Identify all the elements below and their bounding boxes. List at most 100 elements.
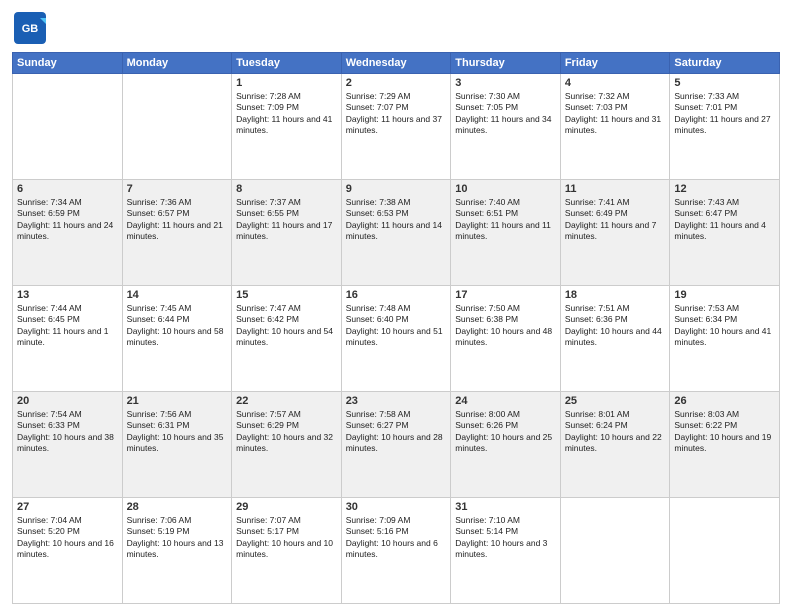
calendar-cell: 29 Sunrise: 7:07 AM Sunset: 5:17 PM Dayli… <box>232 498 342 604</box>
calendar-cell: 14 Sunrise: 7:45 AM Sunset: 6:44 PM Dayli… <box>122 286 232 392</box>
day-header-wednesday: Wednesday <box>341 53 451 74</box>
day-number: 19 <box>674 289 775 301</box>
day-content: Sunrise: 7:40 AM Sunset: 6:51 PM Dayligh… <box>455 197 556 243</box>
calendar-cell: 2 Sunrise: 7:29 AM Sunset: 7:07 PM Daylig… <box>341 74 451 180</box>
calendar-cell <box>670 498 780 604</box>
calendar-week-row: 6 Sunrise: 7:34 AM Sunset: 6:59 PM Daylig… <box>13 180 780 286</box>
day-number: 6 <box>17 183 118 195</box>
day-header-thursday: Thursday <box>451 53 561 74</box>
calendar-cell: 15Sunrise: 7:47 AM Sunset: 6:42 PM Dayli… <box>232 286 342 392</box>
day-content: Sunrise: 7:43 AM Sunset: 6:47 PM Dayligh… <box>674 197 775 243</box>
day-number: 28 <box>127 501 228 513</box>
calendar-cell: 6 Sunrise: 7:34 AM Sunset: 6:59 PM Daylig… <box>13 180 123 286</box>
day-number: 29 <box>236 501 337 513</box>
svg-text:GB: GB <box>22 23 39 35</box>
calendar-cell: 1 Sunrise: 7:28 AM Sunset: 7:09 PM Daylig… <box>232 74 342 180</box>
day-number: 5 <box>674 77 775 89</box>
calendar-cell: 28 Sunrise: 7:06 AM Sunset: 5:19 PM Dayli… <box>122 498 232 604</box>
page-container: GB SundayMondayTuesdayWednesdayThursdayF… <box>0 0 792 612</box>
day-content: Sunrise: 7:37 AM Sunset: 6:55 PM Dayligh… <box>236 197 337 243</box>
day-content: Sunrise: 7:36 AM Sunset: 6:57 PM Dayligh… <box>127 197 228 243</box>
calendar-cell: 21 Sunrise: 7:56 AM Sunset: 6:31 PM Dayli… <box>122 392 232 498</box>
day-number: 3 <box>455 77 556 89</box>
calendar-cell: 8 Sunrise: 7:37 AM Sunset: 6:55 PM Daylig… <box>232 180 342 286</box>
day-number: 14 <box>127 289 228 301</box>
day-content: Sunrise: 7:04 AM Sunset: 5:20 PM Dayligh… <box>17 515 118 561</box>
calendar-cell <box>560 498 670 604</box>
day-number: 20 <box>17 395 118 407</box>
logo: GB <box>12 10 50 46</box>
day-content: Sunrise: 7:06 AM Sunset: 5:19 PM Dayligh… <box>127 515 228 561</box>
calendar-cell: 7 Sunrise: 7:36 AM Sunset: 6:57 PM Daylig… <box>122 180 232 286</box>
day-content: Sunrise: 7:33 AM Sunset: 7:01 PM Dayligh… <box>674 91 775 137</box>
calendar-cell: 31 Sunrise: 7:10 AM Sunset: 5:14 PM Dayli… <box>451 498 561 604</box>
calendar-week-row: 13 Sunrise: 7:44 AM Sunset: 6:45 PM Dayli… <box>13 286 780 392</box>
calendar-cell <box>13 74 123 180</box>
day-content: Sunrise: 7:38 AM Sunset: 6:53 PM Dayligh… <box>346 197 447 243</box>
day-number: 24 <box>455 395 556 407</box>
calendar-table: SundayMondayTuesdayWednesdayThursdayFrid… <box>12 52 780 604</box>
day-content: Sunrise: 7:50 AM Sunset: 6:38 PM Dayligh… <box>455 303 556 349</box>
day-number: 25 <box>565 395 666 407</box>
day-number: 2 <box>346 77 447 89</box>
day-content: Sunrise: 7:48 AM Sunset: 6:40 PM Dayligh… <box>346 303 447 349</box>
day-content: Sunrise: 7:51 AM Sunset: 6:36 PM Dayligh… <box>565 303 666 349</box>
day-number: 8 <box>236 183 337 195</box>
day-content: Sunrise: 7:56 AM Sunset: 6:31 PM Dayligh… <box>127 409 228 455</box>
calendar-cell: 22 Sunrise: 7:57 AM Sunset: 6:29 PM Dayli… <box>232 392 342 498</box>
day-content: Sunrise: 7:30 AM Sunset: 7:05 PM Dayligh… <box>455 91 556 137</box>
day-header-saturday: Saturday <box>670 53 780 74</box>
day-content: Sunrise: 7:58 AM Sunset: 6:27 PM Dayligh… <box>346 409 447 455</box>
day-number: 17 <box>455 289 556 301</box>
day-number: 7 <box>127 183 228 195</box>
day-content: Sunrise: 7:45 AM Sunset: 6:44 PM Dayligh… <box>127 303 228 349</box>
day-number: 31 <box>455 501 556 513</box>
calendar-cell: 25 Sunrise: 8:01 AM Sunset: 6:24 PM Dayli… <box>560 392 670 498</box>
day-number: 1 <box>236 77 337 89</box>
day-content: Sunrise: 7:44 AM Sunset: 6:45 PM Dayligh… <box>17 303 118 349</box>
calendar-week-row: 20 Sunrise: 7:54 AM Sunset: 6:33 PM Dayli… <box>13 392 780 498</box>
calendar-week-row: 1 Sunrise: 7:28 AM Sunset: 7:09 PM Daylig… <box>13 74 780 180</box>
calendar-cell: 10 Sunrise: 7:40 AM Sunset: 6:51 PM Dayli… <box>451 180 561 286</box>
calendar-cell <box>122 74 232 180</box>
logo-icon: GB <box>12 10 48 46</box>
calendar-cell: 26 Sunrise: 8:03 AM Sunset: 6:22 PM Dayli… <box>670 392 780 498</box>
day-content: Sunrise: 8:01 AM Sunset: 6:24 PM Dayligh… <box>565 409 666 455</box>
calendar-cell: 16 Sunrise: 7:48 AM Sunset: 6:40 PM Dayli… <box>341 286 451 392</box>
day-content: Sunrise: 7:29 AM Sunset: 7:07 PM Dayligh… <box>346 91 447 137</box>
day-number: 21 <box>127 395 228 407</box>
calendar-cell: 24 Sunrise: 8:00 AM Sunset: 6:26 PM Dayli… <box>451 392 561 498</box>
day-number: 27 <box>17 501 118 513</box>
day-content: Sunrise: 7:41 AM Sunset: 6:49 PM Dayligh… <box>565 197 666 243</box>
day-content: Sunrise: 7:10 AM Sunset: 5:14 PM Dayligh… <box>455 515 556 561</box>
day-header-monday: Monday <box>122 53 232 74</box>
day-content: Sunrise: 7:57 AM Sunset: 6:29 PM Dayligh… <box>236 409 337 455</box>
day-header-sunday: Sunday <box>13 53 123 74</box>
day-content: Sunrise: 7:32 AM Sunset: 7:03 PM Dayligh… <box>565 91 666 137</box>
day-number: 10 <box>455 183 556 195</box>
day-number: 18 <box>565 289 666 301</box>
day-content: Sunrise: 8:00 AM Sunset: 6:26 PM Dayligh… <box>455 409 556 455</box>
day-content: Sunrise: 7:34 AM Sunset: 6:59 PM Dayligh… <box>17 197 118 243</box>
day-content: Sunrise: 7:28 AM Sunset: 7:09 PM Dayligh… <box>236 91 337 137</box>
day-content: Sunrise: 7:53 AM Sunset: 6:34 PM Dayligh… <box>674 303 775 349</box>
calendar-cell: 30Sunrise: 7:09 AM Sunset: 5:16 PM Dayli… <box>341 498 451 604</box>
day-content: Sunrise: 7:07 AM Sunset: 5:17 PM Dayligh… <box>236 515 337 561</box>
day-content: Sunrise: 7:54 AM Sunset: 6:33 PM Dayligh… <box>17 409 118 455</box>
day-number: 11 <box>565 183 666 195</box>
day-number: 16 <box>346 289 447 301</box>
day-number: 13 <box>17 289 118 301</box>
day-header-friday: Friday <box>560 53 670 74</box>
day-content: Sunrise: 7:47 AM Sunset: 6:42 PM Dayligh… <box>236 303 337 349</box>
day-header-tuesday: Tuesday <box>232 53 342 74</box>
day-number: 9 <box>346 183 447 195</box>
calendar-cell: 3 Sunrise: 7:30 AM Sunset: 7:05 PM Daylig… <box>451 74 561 180</box>
day-content: Sunrise: 8:03 AM Sunset: 6:22 PM Dayligh… <box>674 409 775 455</box>
calendar-header-row: SundayMondayTuesdayWednesdayThursdayFrid… <box>13 53 780 74</box>
calendar-cell: 19 Sunrise: 7:53 AM Sunset: 6:34 PM Dayli… <box>670 286 780 392</box>
calendar-cell: 23Sunrise: 7:58 AM Sunset: 6:27 PM Dayli… <box>341 392 451 498</box>
day-number: 26 <box>674 395 775 407</box>
calendar-cell: 5 Sunrise: 7:33 AM Sunset: 7:01 PM Daylig… <box>670 74 780 180</box>
calendar-cell: 18 Sunrise: 7:51 AM Sunset: 6:36 PM Dayli… <box>560 286 670 392</box>
day-number: 22 <box>236 395 337 407</box>
